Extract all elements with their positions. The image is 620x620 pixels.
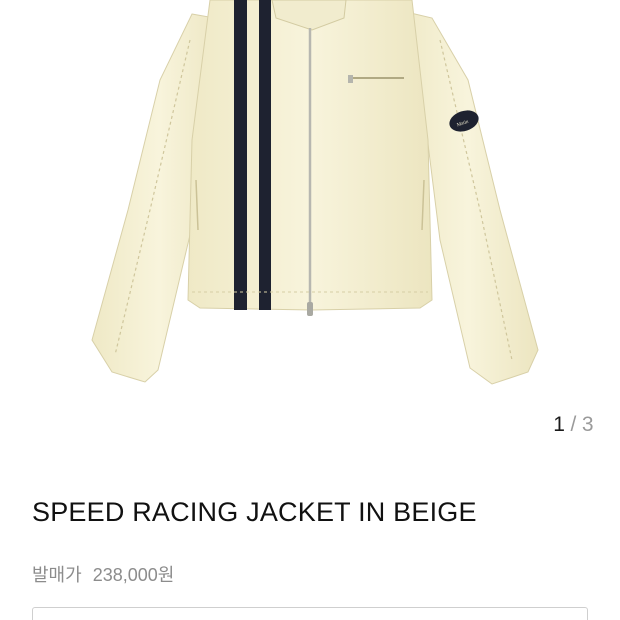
pager-separator: / [570, 413, 577, 436]
pager-total: 3 [581, 413, 594, 436]
pager-current: 1 [553, 413, 566, 436]
release-price: 발매가 238,000원 [32, 561, 174, 587]
product-image[interactable]: Matin [0, 0, 620, 400]
product-image-gallery[interactable]: Matin [0, 0, 620, 450]
image-pager: 1/3 [553, 413, 594, 437]
option-select-box[interactable] [32, 607, 588, 620]
price-value: 238,000원 [92, 565, 175, 585]
product-page: Matin 1/3 SPEED RACING JACKET IN BEIGE 발… [0, 0, 620, 620]
product-title: SPEED RACING JACKET IN BEIGE [32, 497, 477, 527]
price-label: 발매가 [32, 565, 82, 585]
